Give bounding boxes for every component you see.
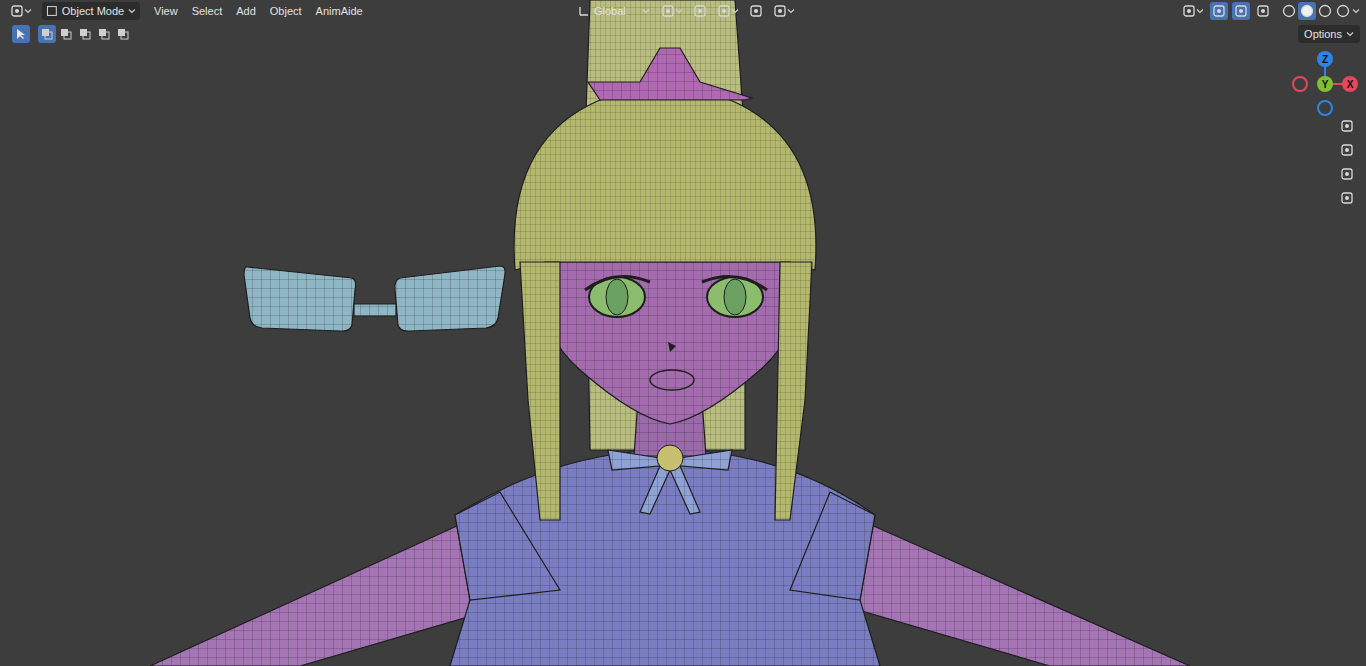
- gizmos-toggle[interactable]: [1210, 2, 1228, 20]
- right-lens[interactable]: [395, 266, 505, 331]
- chevron-icon: [731, 7, 739, 15]
- wireframe-shading-icon: [1282, 4, 1296, 18]
- snap-target-button[interactable]: [715, 2, 741, 20]
- orientation-dropdown[interactable]: Global: [575, 2, 653, 20]
- gizmo-axis[interactable]: Y: [1317, 76, 1333, 92]
- chevron-icon: [642, 7, 650, 15]
- pivot-icon: [661, 4, 675, 18]
- wireframe-shading-button[interactable]: [1280, 2, 1298, 20]
- menu-item[interactable]: AnimAide: [316, 3, 363, 20]
- visibility-icon: [1182, 4, 1196, 18]
- svg-text:X: X: [1347, 79, 1354, 90]
- editor-type-icon: [10, 4, 24, 18]
- brooch: [657, 445, 683, 471]
- menu-item[interactable]: View: [154, 3, 178, 20]
- chevron-icon: [1346, 30, 1354, 38]
- chevron-icon: [675, 7, 683, 15]
- editor-type-button[interactable]: [8, 2, 34, 20]
- shading-buttons: [1280, 2, 1360, 20]
- svg-text:Y: Y: [1322, 79, 1329, 90]
- menu-item[interactable]: Select: [192, 3, 223, 20]
- xray-icon: [1256, 4, 1270, 18]
- chevron-icon: [787, 7, 795, 15]
- zoom-icon: [1340, 119, 1354, 133]
- pan-icon: [1340, 143, 1354, 157]
- left-lens[interactable]: [244, 267, 356, 331]
- rendered-shading-button[interactable]: [1334, 2, 1352, 20]
- orientation-icon: [578, 5, 590, 17]
- select-mode-button[interactable]: [76, 25, 94, 43]
- chevron-icon: [24, 7, 32, 15]
- right-strand[interactable]: [775, 262, 812, 520]
- tool-header: Options: [0, 23, 1366, 45]
- object-mode-icon: [46, 5, 58, 17]
- solid-shading-icon: [1300, 4, 1314, 18]
- pan-button[interactable]: [1337, 140, 1357, 160]
- snap-button[interactable]: [691, 2, 709, 20]
- shirt[interactable]: [450, 452, 880, 666]
- camera-button[interactable]: [1337, 164, 1357, 184]
- select-mode-icon: [117, 28, 129, 40]
- ortho-icon: [1340, 191, 1354, 205]
- material-shading-icon: [1318, 4, 1332, 18]
- proportional-button[interactable]: [747, 2, 765, 20]
- rendered-shading-icon: [1336, 4, 1350, 18]
- eyes: [585, 277, 767, 317]
- select-mode-icon: [98, 28, 110, 40]
- options-dropdown[interactable]: Options: [1298, 25, 1360, 43]
- chevron-icon: [1196, 7, 1204, 15]
- navigation-buttons: [1337, 116, 1357, 208]
- falloff-button[interactable]: [771, 2, 797, 20]
- ortho-button[interactable]: [1337, 188, 1357, 208]
- blender-viewport: Z Y X Object Mode View Select Add Object AnimAid…: [0, 0, 1366, 666]
- select-mode-icon: [41, 28, 53, 40]
- select-mode-button[interactable]: [57, 25, 75, 43]
- gizmo-axis[interactable]: X: [1342, 76, 1358, 92]
- gizmos-icon: [1212, 4, 1226, 18]
- proportional-icon: [749, 4, 763, 18]
- select-mode-group: [38, 25, 132, 43]
- menu-item[interactable]: Add: [236, 3, 256, 20]
- navigation-gizmo[interactable]: Z Y X: [1290, 48, 1360, 120]
- falloff-icon: [773, 4, 787, 18]
- select-mode-button[interactable]: [95, 25, 113, 43]
- snap-target-icon: [717, 4, 731, 18]
- bridge[interactable]: [354, 304, 396, 316]
- overlays-icon: [1234, 4, 1248, 18]
- header-bar: Object Mode View Select Add Object AnimAide Gl…: [0, 0, 1366, 22]
- select-mode-button[interactable]: [38, 25, 56, 43]
- solid-shading-button[interactable]: [1298, 2, 1316, 20]
- select-mode-icon: [79, 28, 91, 40]
- snap-icon: [693, 4, 707, 18]
- pivot-button[interactable]: [659, 2, 685, 20]
- overlays-toggle[interactable]: [1232, 2, 1250, 20]
- mode-dropdown[interactable]: Object Mode: [42, 2, 140, 20]
- chevron-icon: [1352, 7, 1360, 15]
- visibility-button[interactable]: [1180, 2, 1206, 20]
- zoom-button[interactable]: [1337, 116, 1357, 136]
- select-mode-icon: [60, 28, 72, 40]
- gizmo-axis[interactable]: Z: [1317, 51, 1333, 67]
- camera-icon: [1340, 167, 1354, 181]
- svg-text:Z: Z: [1322, 54, 1328, 65]
- mouth: [650, 370, 694, 390]
- viewport-scene[interactable]: [0, 0, 1366, 666]
- select-tool-icon: [14, 27, 28, 41]
- crown[interactable]: [588, 48, 752, 100]
- active-tool-button[interactable]: [12, 25, 30, 43]
- left-strand[interactable]: [520, 262, 560, 520]
- face[interactable]: [539, 262, 800, 424]
- material-shading-button[interactable]: [1316, 2, 1334, 20]
- nose: [668, 342, 676, 352]
- right-sleeve[interactable]: [790, 492, 875, 600]
- menu-item[interactable]: Object: [270, 3, 302, 20]
- xray-toggle[interactable]: [1254, 2, 1272, 20]
- hair-front[interactable]: [514, 90, 816, 270]
- chevron-icon: [128, 7, 136, 15]
- select-mode-button[interactable]: [114, 25, 132, 43]
